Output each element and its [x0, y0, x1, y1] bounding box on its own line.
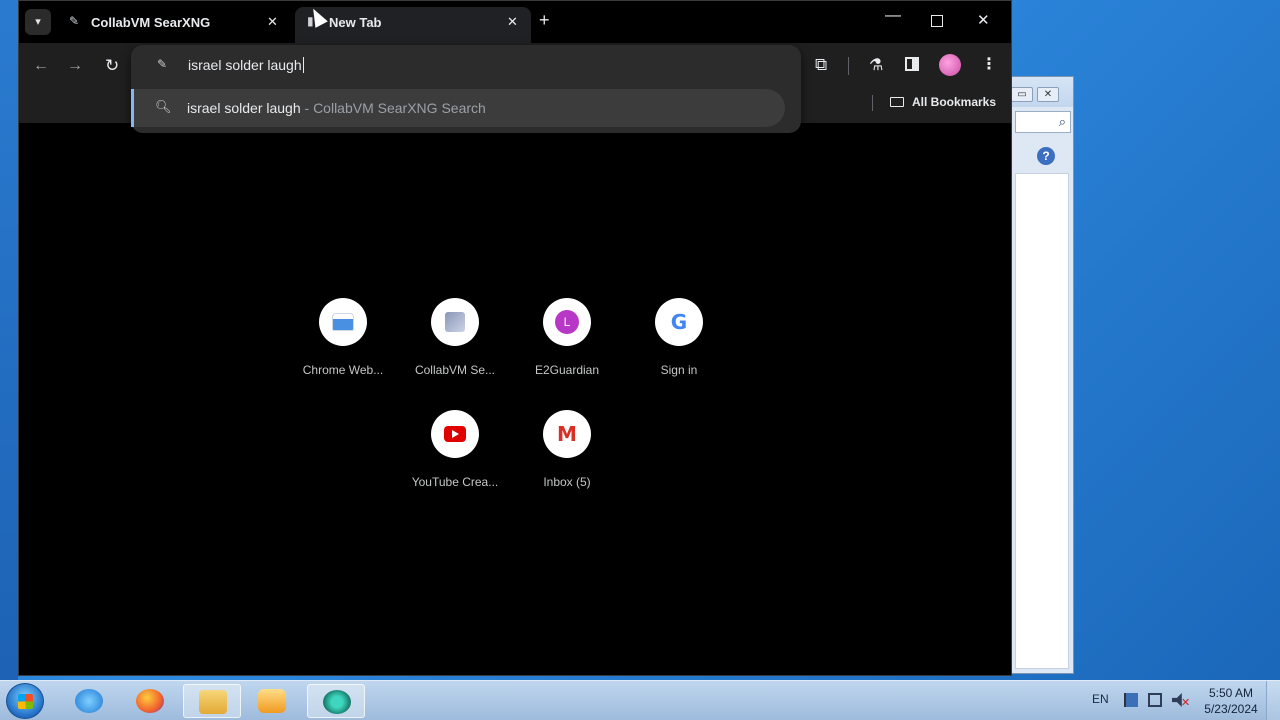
shortcut-icon-circle: M	[543, 410, 591, 458]
explorer-icon	[199, 690, 227, 714]
labs-flask-icon[interactable]: ⚗	[869, 55, 883, 75]
system-clock[interactable]: 5:50 AM 5/23/2024	[1198, 685, 1264, 717]
collabvm-icon	[445, 312, 465, 332]
youtube-icon	[444, 426, 466, 442]
extensions-icon[interactable]: ⧉	[815, 55, 827, 75]
taskbar-media-player[interactable]	[243, 684, 301, 718]
new-tab-page: Chrome Web... CollabVM Se... L E2Guardia…	[19, 123, 1011, 675]
restore-icon[interactable]: ▭	[1011, 87, 1033, 102]
omnibox-suggestion[interactable]: 🔍︎ israel solder laugh - CollabVM SearXN…	[131, 89, 785, 127]
suggestion-text: israel solder laugh - CollabVM SearXNG S…	[187, 100, 486, 116]
tab-close-icon[interactable]: ✕	[507, 14, 518, 30]
show-desktop-button[interactable]	[1266, 681, 1280, 720]
shortcut-label: Sign in	[660, 363, 698, 377]
close-icon[interactable]: ✕	[1037, 87, 1059, 102]
shortcut-icon-circle	[431, 410, 479, 458]
shortcut-icon-circle	[319, 298, 367, 346]
background-window-pane	[1015, 173, 1069, 669]
searxng-icon: ✎	[157, 57, 168, 71]
suggestion-query: israel solder laugh	[187, 100, 301, 116]
tab-title: CollabVM SearXNG	[91, 15, 211, 30]
search-icon: 🔍︎	[155, 99, 172, 114]
chrome-window: ▾ ✎ CollabVM SearXNG ✕ ▮ New Tab ✕ + — ✕…	[18, 0, 1012, 676]
window-close-icon[interactable]: ✕	[977, 11, 990, 29]
desktop-edge	[0, 0, 18, 680]
side-panel-icon[interactable]	[905, 57, 919, 71]
tab-search-button[interactable]: ▾	[25, 9, 51, 35]
media-player-icon	[258, 689, 286, 713]
tab-strip: ▾ ✎ CollabVM SearXNG ✕ ▮ New Tab ✕ + — ✕	[19, 1, 1011, 43]
clock-time: 5:50 AM	[1208, 686, 1254, 700]
gmail-icon: M	[557, 422, 577, 446]
text-caret	[302, 57, 304, 73]
suggestion-source: - CollabVM SearXNG Search	[300, 100, 486, 116]
profile-avatar[interactable]	[939, 54, 961, 76]
search-icon[interactable]: ⌕	[1059, 114, 1066, 130]
searxng-icon: ✎	[69, 14, 80, 28]
taskbar-chrome[interactable]	[307, 684, 365, 718]
start-button[interactable]	[6, 683, 44, 719]
maximize-icon[interactable]	[931, 15, 943, 27]
muted-x-icon: ✕	[1181, 697, 1191, 709]
chrome-web-store-icon	[332, 313, 354, 331]
background-window[interactable]: ▭ ✕ ⌕ ?	[1010, 76, 1074, 674]
shortcut-sign-in[interactable]: G Sign in	[623, 298, 735, 377]
shortcut-label: Chrome Web...	[302, 363, 384, 377]
action-center-flag-icon[interactable]	[1124, 693, 1138, 707]
bookmarks-divider	[872, 95, 873, 111]
address-bar-input[interactable]: israel solder laugh	[188, 57, 304, 73]
shortcut-icon-circle: G	[655, 298, 703, 346]
google-icon: G	[670, 310, 688, 334]
shortcut-label: Inbox (5)	[543, 475, 591, 489]
network-icon[interactable]	[1148, 693, 1162, 707]
taskbar-explorer[interactable]	[183, 684, 241, 718]
address-bar-text: israel solder laugh	[188, 57, 302, 73]
tab-new-tab[interactable]: ▮ New Tab ✕	[295, 7, 531, 43]
shortcut-label: YouTube Crea...	[411, 475, 499, 489]
shortcut-label: E2Guardian	[534, 363, 600, 377]
shortcut-chrome-web-store[interactable]: Chrome Web...	[287, 298, 399, 377]
new-tab-plus-icon[interactable]: +	[539, 10, 550, 31]
language-indicator[interactable]: EN	[1092, 692, 1109, 706]
shortcut-label: CollabVM Se...	[414, 363, 496, 377]
chrome-icon	[323, 690, 351, 714]
omnibox-dropdown[interactable]: ✎ israel solder laugh 🔍︎ israel solder l…	[131, 45, 801, 133]
toolbar-divider	[848, 57, 849, 75]
forward-arrow-icon[interactable]: →	[67, 57, 83, 75]
background-search-box[interactable]: ⌕	[1015, 111, 1071, 133]
folder-icon	[890, 97, 904, 107]
shortcut-icon-circle: L	[543, 298, 591, 346]
suggestion-selected-indicator	[131, 89, 134, 127]
minimize-icon[interactable]: —	[885, 7, 901, 25]
internet-explorer-icon	[75, 689, 103, 713]
shortcut-collabvm[interactable]: CollabVM Se...	[399, 298, 511, 377]
tab-title: New Tab	[329, 15, 382, 30]
tab-close-icon[interactable]: ✕	[267, 14, 278, 30]
shortcut-e2guardian[interactable]: L E2Guardian	[511, 298, 623, 377]
tab-collabvm-searxng[interactable]: ✎ CollabVM SearXNG ✕	[57, 7, 293, 37]
all-bookmarks-label: All Bookmarks	[912, 95, 997, 109]
shortcut-icon-circle	[431, 298, 479, 346]
help-icon[interactable]: ?	[1037, 147, 1055, 165]
letter-l-icon: L	[555, 310, 579, 334]
kebab-menu-icon[interactable]: ⋮	[981, 54, 997, 74]
taskbar: EN ✕ 5:50 AM 5/23/2024	[0, 680, 1280, 720]
back-arrow-icon[interactable]: ←	[33, 57, 49, 75]
reload-icon[interactable]: ↻	[105, 56, 119, 76]
shortcut-youtube-creator[interactable]: YouTube Crea...	[399, 410, 511, 489]
all-bookmarks-button[interactable]: All Bookmarks	[890, 95, 996, 109]
clock-date: 5/23/2024	[1204, 702, 1258, 716]
taskbar-firefox[interactable]	[121, 684, 179, 718]
firefox-icon	[136, 689, 164, 713]
taskbar-internet-explorer[interactable]	[60, 684, 118, 718]
background-window-titlebar[interactable]: ▭ ✕	[1011, 77, 1073, 107]
shortcut-inbox[interactable]: M Inbox (5)	[511, 410, 623, 489]
